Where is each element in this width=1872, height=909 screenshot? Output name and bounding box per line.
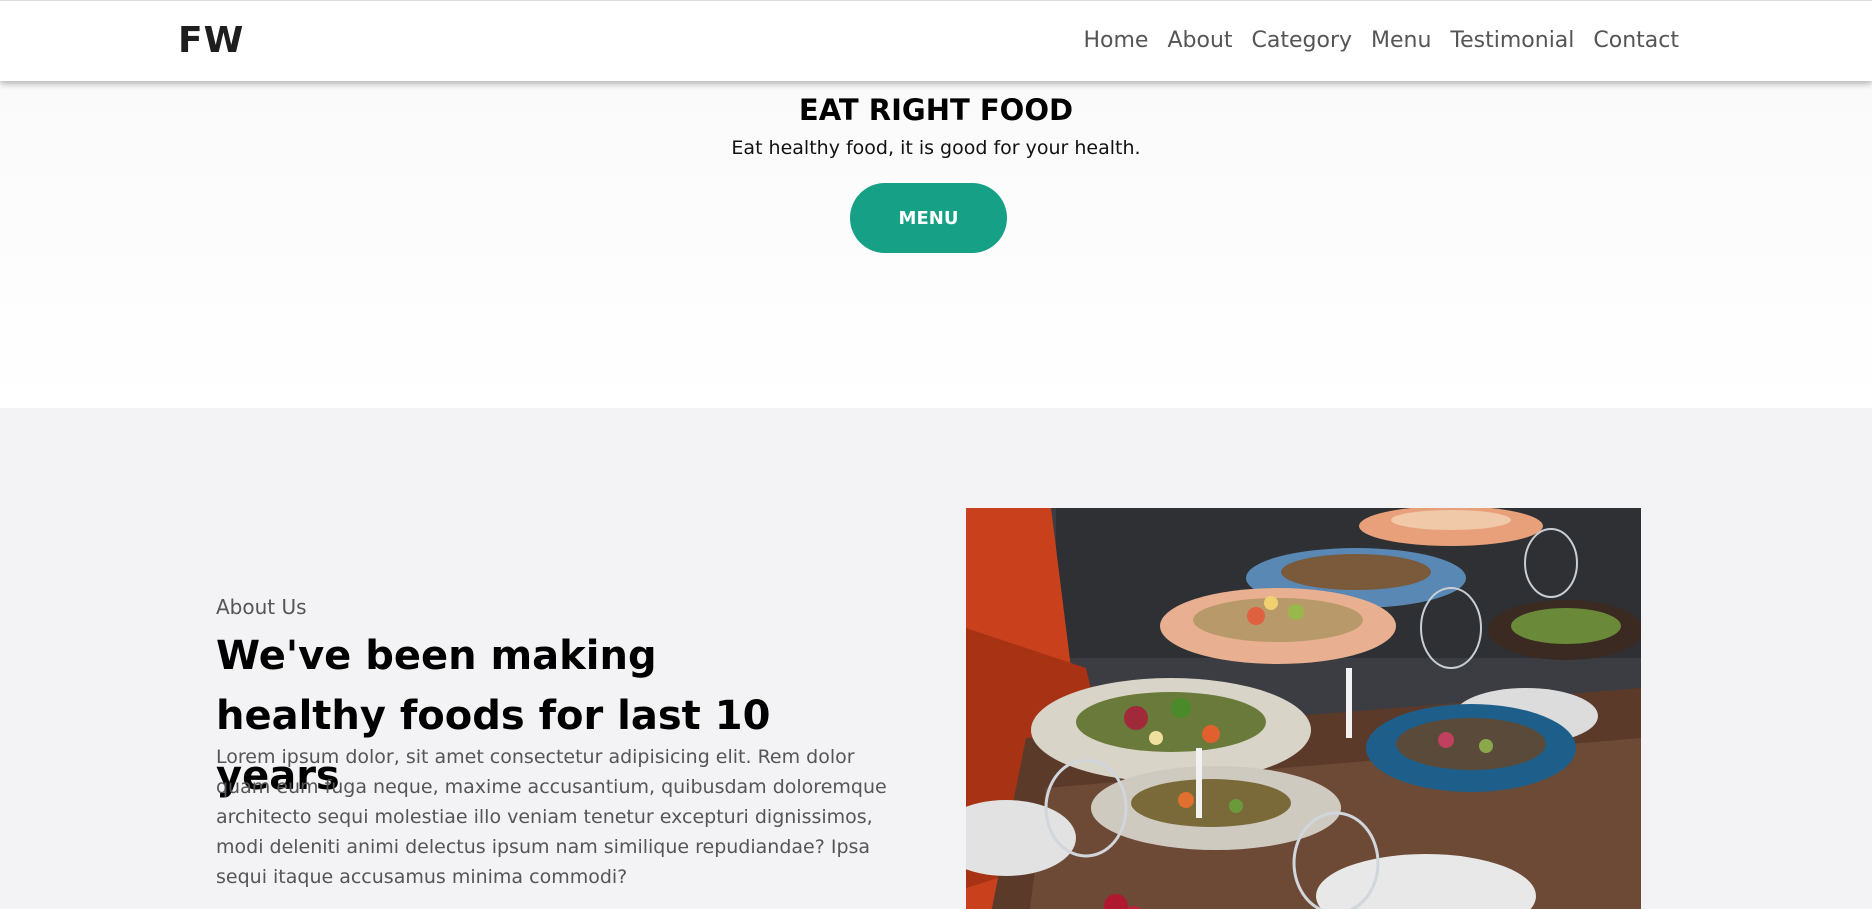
- logo[interactable]: FW: [178, 20, 244, 61]
- food-table-image: [966, 508, 1641, 909]
- menu-button[interactable]: MENU: [850, 183, 1007, 253]
- hero-subtitle: Eat healthy food, it is good for your he…: [731, 137, 1141, 159]
- hero-title: EAT RIGHT FOOD: [798, 93, 1074, 127]
- nav-link-category[interactable]: Category: [1252, 28, 1353, 53]
- hero-section: EAT RIGHT FOOD Eat healthy food, it is g…: [0, 81, 1872, 408]
- nav-link-testimonial[interactable]: Testimonial: [1450, 28, 1574, 53]
- nav-link-contact[interactable]: Contact: [1593, 28, 1679, 53]
- about-eyebrow: About Us: [216, 595, 307, 619]
- about-body: Lorem ipsum dolor, sit amet consectetur …: [216, 746, 887, 888]
- nav-link-menu[interactable]: Menu: [1371, 28, 1431, 53]
- nav-links: Home About Category Menu Testimonial Con…: [1084, 28, 1680, 53]
- nav-link-about[interactable]: About: [1167, 28, 1232, 53]
- navbar: FW Home About Category Menu Testimonial …: [0, 0, 1872, 81]
- nav-link-home[interactable]: Home: [1084, 28, 1149, 53]
- about-section: About Us We've been making healthy foods…: [0, 408, 1872, 909]
